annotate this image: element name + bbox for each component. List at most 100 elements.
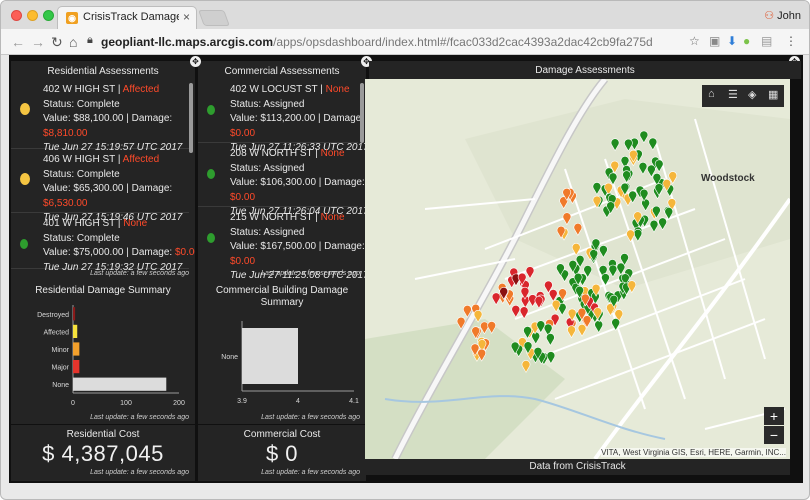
back-arrow-icon[interactable]: ← [11,34,25,50]
panel-title: Damage Assessments [535,65,635,76]
bookmark-star-icon[interactable]: ☆ [689,34,700,48]
item-value: Value: $113,200.00 | Damage: [230,113,364,124]
last-update: Last update: a few seconds ago [90,414,189,421]
home-icon[interactable]: ⌂ [708,88,715,100]
item-address: 208 W NORTH ST [230,148,313,159]
item-damage: $6,530.00 [43,197,88,209]
close-window-button[interactable] [11,10,22,21]
resize-handle-icon[interactable]: ✥ [190,56,201,67]
damage-map[interactable]: Woodstock ⌂ ☰ ◈ ▦ + − VITA, West Virgini… [365,79,790,459]
commercial-assessments-panel: Commercial Assessments 402 W LOCUST ST |… [198,61,366,281]
url-host: geopliant-llc.maps.arcgis.com [101,35,274,49]
tab-bar: ◉ CrisisTrack Damage Assessme × ⚇John [1,1,809,29]
list-item[interactable]: 406 W HIGH ST | Affected Status: Complet… [11,149,189,223]
home-icon[interactable]: ⌂ [69,34,77,50]
extension-doc-icon[interactable]: ▤ [761,34,772,48]
map-footer: Data from CrisisTrack [365,459,790,475]
browser-tab[interactable]: ◉ CrisisTrack Damage Assessme × [57,6,197,29]
item-damage: $0.00 [230,127,256,139]
scrollbar[interactable] [189,83,193,153]
url-path: /apps/opsdashboard/index.html#/fcac033d2… [273,35,653,49]
profile-button[interactable]: ⚇ John [764,9,801,22]
item-impact: Affected [122,154,160,165]
cost-value: $ 0 [265,441,299,466]
list-item[interactable]: 208 W NORTH ST | None Status: Assigned V… [198,143,366,217]
chart-bar [73,360,80,374]
map-toolbar: ⌂ ☰ ◈ ▦ [702,85,784,107]
panel-title: Residential Assessments [47,66,159,77]
list-item[interactable]: 402 W HIGH ST | Affected Status: Complet… [11,79,189,153]
app-favicon-icon: ◉ [66,12,78,24]
item-impact: Affected [122,84,160,95]
tab-close-icon[interactable]: × [183,10,190,24]
map-attribution: VITA, West Virginia GIS, Esri, HERE, Gar… [601,448,786,457]
tick-label: 3.9 [237,398,247,405]
item-value: Value: $75,000.00 | Damage: [43,247,173,258]
residential-summary-panel: Residential Damage Summary Destroyed Affe… [11,281,195,424]
category-label: Major [51,365,69,372]
category-label: Affected [43,329,69,336]
maximize-window-button[interactable] [43,10,54,21]
item-value: Value: $65,300.00 | Damage: [43,183,173,194]
minimize-window-button[interactable] [27,10,38,21]
item-value: Value: $167,500.00 | Damage: [230,241,365,252]
item-address: 215 W NORTH ST [230,212,313,223]
chart-bar [242,328,298,384]
item-separator: | [317,84,326,95]
user-icon: ⚇ [764,10,775,22]
zoom-out-button[interactable]: − [764,426,784,444]
green-marker-icon [207,169,215,179]
chart-bar [73,324,78,338]
item-separator: | [115,84,123,95]
panel-title: Commercial Building Damage [215,285,349,296]
item-impact: None [123,218,148,229]
download-extension-icon[interactable]: ⬇ [727,34,737,48]
scrollbar[interactable] [360,83,364,143]
green-marker-icon [20,239,28,249]
zoom-in-button[interactable]: + [764,407,784,425]
item-impact: None [320,212,345,223]
address-bar[interactable]: 🔒︎ geopliant-llc.maps.arcgis.com/apps/op… [87,32,687,52]
new-tab-button[interactable] [198,10,230,26]
green-marker-icon [207,233,215,243]
yellow-marker-icon [20,173,30,185]
item-address: 402 W LOCUST ST [230,84,318,95]
item-damage: $0.00 [230,255,256,267]
tick-label: 100 [120,400,132,407]
browser-menu-icon[interactable]: ⋮ [785,34,797,48]
residential-damage-chart: Destroyed Affected Minor Major None 0 100 200 [37,305,185,407]
chart-bar [73,377,167,391]
legend-icon[interactable]: ☰ [728,88,738,101]
user-name: John [777,10,801,22]
extension-icon[interactable]: ▣ [709,34,720,48]
panel-title: Commercial Assessments [224,66,340,77]
category-label: None [221,354,238,361]
category-label: Minor [51,347,69,354]
category-label: None [52,382,69,389]
tick-label: 200 [173,400,185,407]
last-update: Last update: a few seconds ago [261,270,360,277]
extension-leaf-icon[interactable]: ● [743,34,750,48]
list-item[interactable]: 401 W HIGH ST | None Status: Complete Va… [11,213,195,273]
item-address: 402 W HIGH ST [43,84,116,95]
list-item[interactable]: 402 W LOCUST ST | None Status: Assigned … [198,79,366,153]
last-update: Last update: a few seconds ago [90,469,189,476]
cost-title: Residential Cost [66,429,140,440]
cost-value: $ 4,387,045 [42,441,164,466]
basemap-icon[interactable]: ▦ [768,88,778,101]
last-update: Last update: a few seconds ago [90,270,189,277]
list-item[interactable]: 215 W NORTH ST | None Status: Assigned V… [198,207,366,281]
item-address: 401 W HIGH ST [43,218,116,229]
residential-cost-panel: Residential Cost $ 4,387,045 Last update… [11,425,195,481]
map-canvas[interactable] [365,79,790,459]
item-separator: | [312,212,321,223]
layers-icon[interactable]: ◈ [748,88,756,101]
residential-assessments-panel: Residential Assessments 402 W HIGH ST | … [11,61,195,281]
reload-icon[interactable]: ↻ [51,34,63,51]
item-status: Status: Assigned [230,162,305,174]
lock-icon: 🔒︎ [87,34,93,46]
map-title-bar: Damage Assessments [369,61,801,79]
forward-arrow-icon[interactable]: → [31,34,45,50]
item-separator: | [115,154,123,165]
panel-title-line2: Summary [260,297,304,308]
